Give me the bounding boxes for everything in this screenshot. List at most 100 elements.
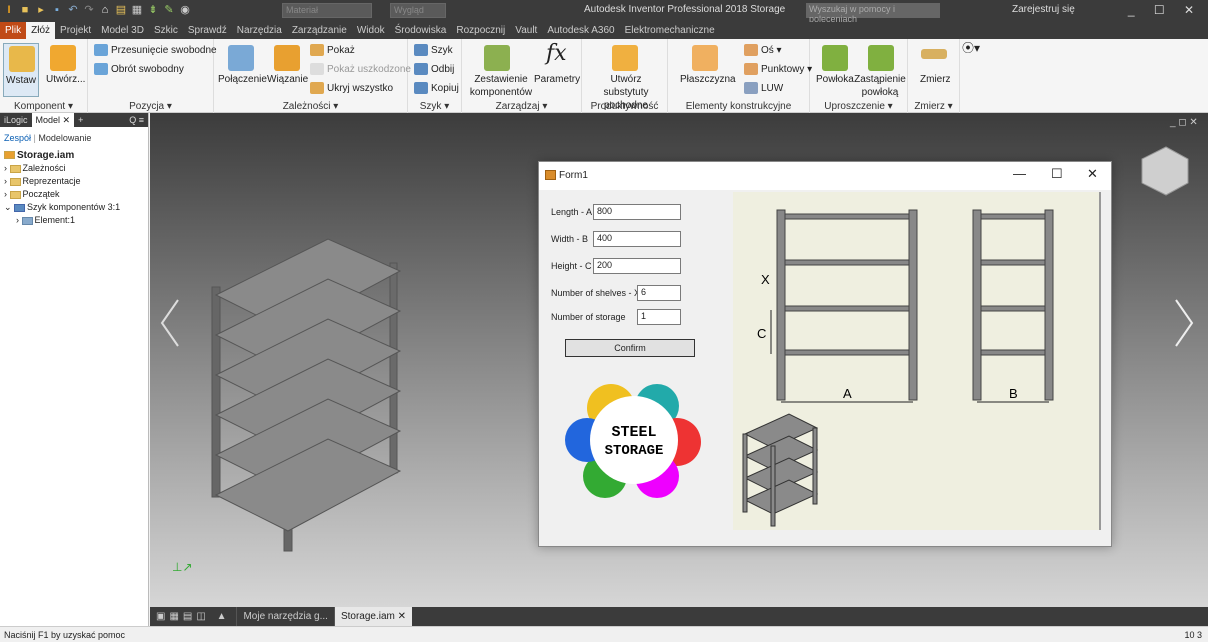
panel-label-elementy: Elementy konstrukcyjne xyxy=(685,101,792,112)
inventor-logo-icon[interactable]: I xyxy=(2,3,16,17)
os-button[interactable]: Oś ▾ xyxy=(744,44,782,57)
confirm-button[interactable]: Confirm xyxy=(565,339,695,357)
panel-label-zaleznosci[interactable]: Zależności ▾ xyxy=(214,101,407,112)
folder-icon xyxy=(9,190,21,199)
assembly-icon xyxy=(4,151,15,160)
tab-a360[interactable]: Autodesk A360 xyxy=(542,22,619,39)
tab-plik[interactable]: Plik xyxy=(0,22,27,39)
sketch-icon[interactable]: ✎ xyxy=(162,3,176,17)
obrot-button[interactable]: Obrót swobodny xyxy=(94,63,184,76)
appearance-dropdown[interactable]: Wygląd xyxy=(390,3,446,18)
post xyxy=(1044,209,1054,401)
polaczenie-button[interactable]: Połączenie xyxy=(218,73,267,86)
wstaw-label: Wstaw xyxy=(6,75,36,86)
shelves-input[interactable]: 6 xyxy=(637,285,681,301)
select-icon[interactable]: ⇟ xyxy=(146,3,160,17)
mode-modelowanie[interactable]: Modelowanie xyxy=(38,133,91,143)
tab-widok[interactable]: Widok xyxy=(352,22,390,39)
return-icon[interactable]: ▦ xyxy=(130,3,144,17)
tab-zarzadzanie[interactable]: Zarządzanie xyxy=(287,22,352,39)
panel-zarzadzaj: Zestawienie komponentów fx Parametry Zar… xyxy=(462,39,582,113)
tree-item-zaleznosci[interactable]: › Zależności xyxy=(0,162,148,175)
powloka-button[interactable]: Powłoka xyxy=(816,73,854,86)
ribbon-options-icon[interactable]: ⦿▾ xyxy=(962,42,980,55)
nav-left-arrow-icon[interactable] xyxy=(160,298,180,348)
view-cube-icon[interactable] xyxy=(1141,146,1189,196)
add-tab-button[interactable]: + xyxy=(74,115,87,125)
tab-moje-narzedzia[interactable]: Moje narzędzia g... xyxy=(236,607,334,626)
view-layout-icons[interactable]: ▣▦▤◫ ▲ xyxy=(150,611,236,622)
minimize-icon[interactable]: — xyxy=(1013,166,1026,181)
tab-narzedzia[interactable]: Narzędzia xyxy=(232,22,287,39)
panel-label-szyk[interactable]: Szyk ▾ xyxy=(408,101,461,112)
zestawienie-button[interactable]: Zestawienie komponentów xyxy=(468,73,534,99)
tab-vault[interactable]: Vault xyxy=(510,22,542,39)
pokaz-uszk-button[interactable]: Pokaż uszkodzone xyxy=(310,63,411,76)
panel-label-pozycja[interactable]: Pozycja ▾ xyxy=(88,101,213,112)
odbij-button[interactable]: Odbij xyxy=(414,63,454,76)
storage-input[interactable]: 1 xyxy=(637,309,681,325)
tab-model[interactable]: Model ✕ xyxy=(31,113,75,127)
tree-item-szyk[interactable]: ⌄ Szyk komponentów 3:1 xyxy=(0,201,148,214)
parametry-button[interactable]: Parametry xyxy=(534,73,580,86)
material-dropdown[interactable]: Materiał xyxy=(282,3,372,18)
tree-item-element[interactable]: › Element:1 xyxy=(0,214,148,227)
punktowy-button[interactable]: Punktowy ▾ xyxy=(744,63,812,76)
zmierz-button[interactable]: Zmierz xyxy=(920,73,951,86)
open-icon[interactable]: ▸ xyxy=(34,3,48,17)
tab-storage-iam[interactable]: Storage.iam ✕ xyxy=(333,607,413,626)
sign-in-link[interactable]: Zarejestruj się xyxy=(1012,4,1075,15)
ukryj-button[interactable]: Ukryj wszystko xyxy=(310,82,393,95)
pokaz-button[interactable]: Pokaż xyxy=(310,44,355,57)
tab-rozpocznij[interactable]: Rozpocznij xyxy=(451,22,510,39)
new-icon[interactable]: ■ xyxy=(18,3,32,17)
dim-b-label: B xyxy=(1009,386,1018,401)
project-icon[interactable]: ▤ xyxy=(114,3,128,17)
length-label: Length - A xyxy=(551,207,593,217)
panel-label-uproszczenie[interactable]: Uproszczenie ▾ xyxy=(810,101,907,112)
tab-zloz[interactable]: Złóż xyxy=(26,22,56,39)
browser-search-icon[interactable]: Q ≡ xyxy=(125,115,148,125)
wiazanie-button[interactable]: Wiązanie xyxy=(267,73,308,86)
plaszczyzna-button[interactable]: Płaszczyzna xyxy=(680,73,736,86)
tab-model-3d[interactable]: Model 3D xyxy=(96,22,149,39)
length-input[interactable]: 800 xyxy=(593,204,681,220)
przesuniecie-button[interactable]: Przesunięcie swobodne xyxy=(94,44,217,57)
panel-label-zmierz[interactable]: Zmierz ▾ xyxy=(908,101,959,112)
window-controls[interactable]: _ ☐ ✕ xyxy=(1128,3,1202,17)
zastapienie-button[interactable]: Zastąpienie powłoką xyxy=(854,73,906,99)
constrain-icon xyxy=(274,45,300,71)
width-input[interactable]: 400 xyxy=(593,231,681,247)
undo-icon[interactable]: ↶ xyxy=(66,3,80,17)
tab-szkic[interactable]: Szkic xyxy=(149,22,183,39)
tab-srodowiska[interactable]: Środowiska xyxy=(390,22,452,39)
tab-projekt[interactable]: Projekt xyxy=(55,22,96,39)
tab-ilogic[interactable]: iLogic xyxy=(0,115,32,125)
tab-elektromechaniczne[interactable]: Elektromechaniczne xyxy=(620,22,720,39)
panel-label-komponent[interactable]: Komponent ▾ xyxy=(0,101,87,112)
tree-item-poczatek[interactable]: › Początek xyxy=(0,188,148,201)
help-search-input[interactable]: Wyszukaj w pomocy i poleceniach xyxy=(806,3,940,24)
tree-root[interactable]: Storage.iam xyxy=(0,149,148,162)
nav-right-arrow-icon[interactable] xyxy=(1174,298,1194,348)
tree-item-reprezentacje[interactable]: › Reprezentacje xyxy=(0,175,148,188)
substitute-icon xyxy=(612,45,638,71)
shelf-beam xyxy=(980,349,1046,356)
height-input[interactable]: 200 xyxy=(593,258,681,274)
redo-icon[interactable]: ↷ xyxy=(82,3,96,17)
kopiuj-button[interactable]: Kopiuj xyxy=(414,82,459,95)
wstaw-button[interactable]: Wstaw xyxy=(3,43,39,97)
home-icon[interactable]: ⌂ xyxy=(98,3,112,17)
maximize-icon[interactable]: ☐ xyxy=(1051,166,1063,182)
tree-item-label: Początek xyxy=(22,189,60,199)
tab-sprawdz[interactable]: Sprawdź xyxy=(183,22,232,39)
browser-mode: Zespół | Modelowanie xyxy=(4,133,92,143)
viewport-window-controls[interactable]: _ ◻ ✕ xyxy=(1169,117,1198,128)
panel-label-zarzadzaj[interactable]: Zarządzaj ▾ xyxy=(462,101,581,112)
save-icon[interactable]: ▪ xyxy=(50,3,64,17)
mode-zespol[interactable]: Zespół xyxy=(4,133,31,143)
szyk-button[interactable]: Szyk xyxy=(414,44,453,57)
close-icon[interactable]: ✕ xyxy=(1087,166,1098,182)
luw-button[interactable]: LUW xyxy=(744,82,783,95)
color-wheel-icon[interactable]: ◉ xyxy=(178,3,192,17)
